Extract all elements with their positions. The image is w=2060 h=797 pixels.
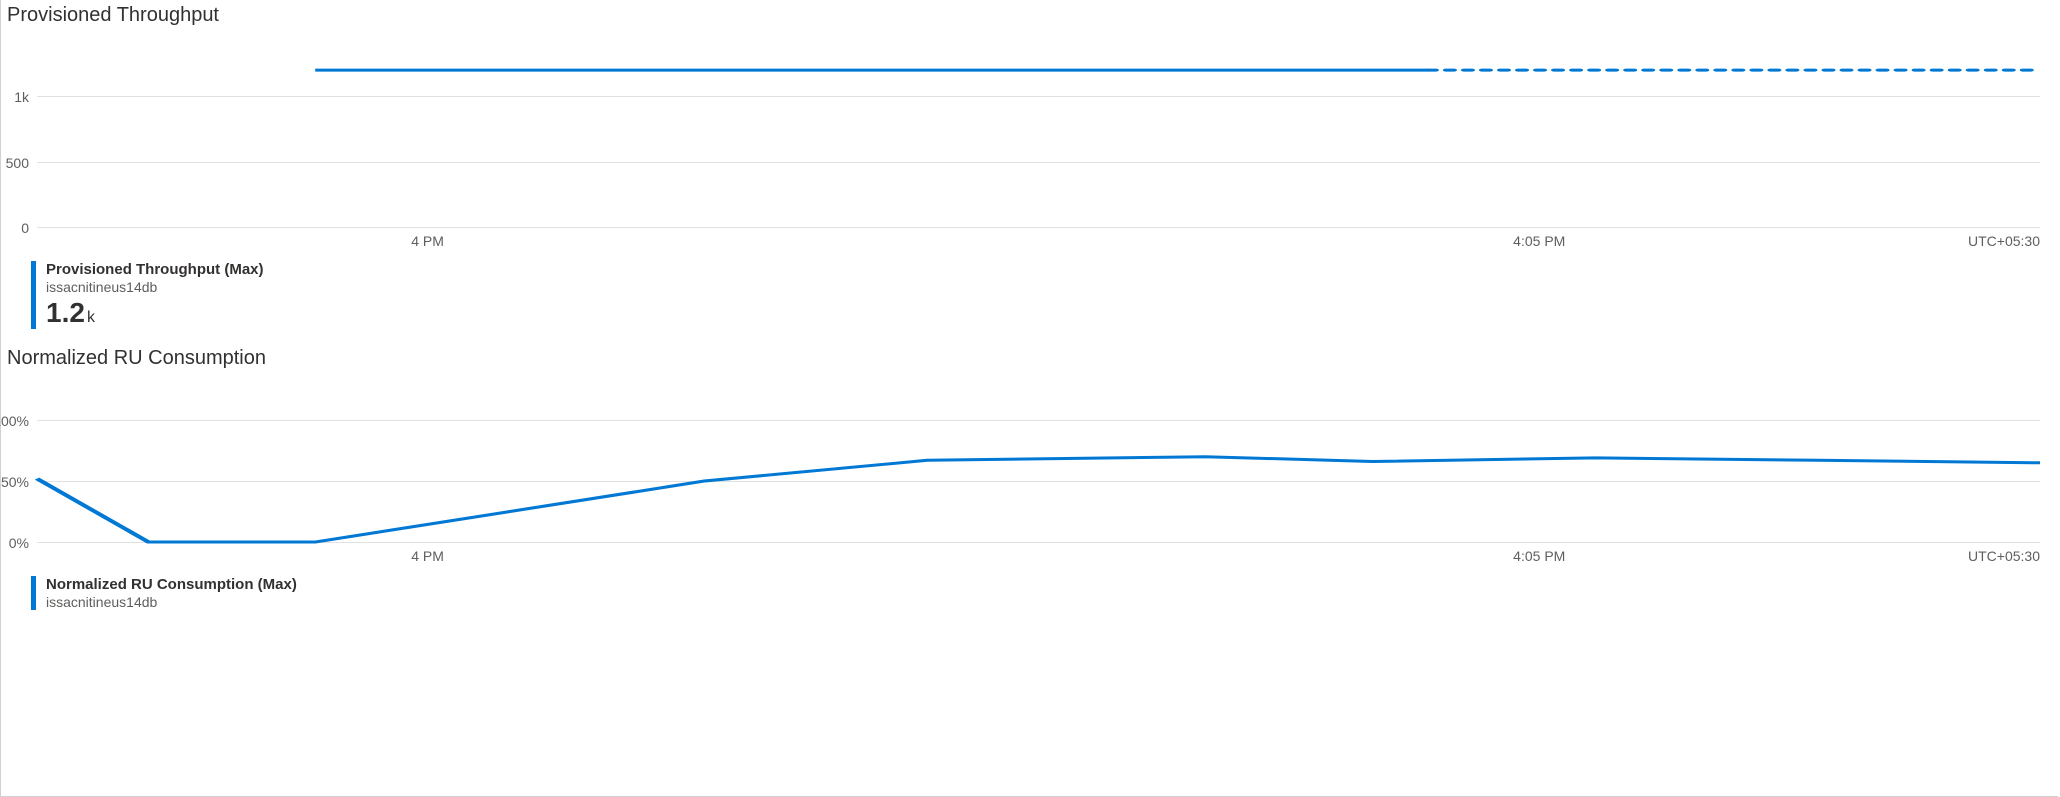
chart-title: Normalized RU Consumption bbox=[1, 329, 2058, 370]
metric-value-number: 1.2 bbox=[46, 297, 85, 328]
line-series bbox=[37, 57, 2040, 227]
x-tick-label: 4 PM bbox=[411, 548, 444, 564]
chart-plot-area[interactable]: 1k 500 0 bbox=[37, 57, 2040, 227]
x-tick-label: 4 PM bbox=[411, 233, 444, 249]
x-axis: 4 PM 4:05 PM UTC+05:30 bbox=[37, 227, 2040, 255]
metrics-panel: Provisioned Throughput 1k 500 0 bbox=[0, 0, 2058, 797]
x-tick-label: 4:05 PM bbox=[1513, 233, 1565, 249]
chart-provisioned-throughput: Provisioned Throughput 1k 500 0 bbox=[1, 0, 2058, 329]
y-tick-label: 500 bbox=[6, 155, 29, 171]
line-series bbox=[37, 414, 2040, 542]
y-tick-label: 1k bbox=[14, 89, 29, 105]
chart-normalized-ru-consumption: Normalized RU Consumption 100% 50% 0% 4 … bbox=[1, 329, 2058, 611]
metric-tile[interactable]: Provisioned Throughput (Max) issacnitine… bbox=[31, 261, 2058, 329]
chart-title: Provisioned Throughput bbox=[1, 0, 2058, 27]
timezone-label: UTC+05:30 bbox=[1968, 548, 2040, 564]
metric-value-unit: k bbox=[87, 309, 95, 326]
metric-name: Normalized RU Consumption (Max) bbox=[46, 576, 2058, 594]
x-tick-label: 4:05 PM bbox=[1513, 548, 1565, 564]
chart-plot-area[interactable]: 100% 50% 0% bbox=[37, 414, 2040, 542]
metric-name: Provisioned Throughput (Max) bbox=[46, 261, 2058, 279]
metric-tile[interactable]: Normalized RU Consumption (Max) issacnit… bbox=[31, 576, 2058, 611]
y-tick-label: 0 bbox=[21, 220, 29, 236]
metric-resource: issacnitineus14db bbox=[46, 594, 2058, 611]
y-tick-label: 50% bbox=[1, 474, 29, 490]
metric-resource: issacnitineus14db bbox=[46, 279, 2058, 296]
metric-value: 1.2k bbox=[46, 298, 2058, 329]
y-tick-label: 0% bbox=[9, 535, 29, 551]
y-tick-label: 100% bbox=[0, 413, 29, 429]
timezone-label: UTC+05:30 bbox=[1968, 233, 2040, 249]
x-axis: 4 PM 4:05 PM UTC+05:30 bbox=[37, 542, 2040, 570]
